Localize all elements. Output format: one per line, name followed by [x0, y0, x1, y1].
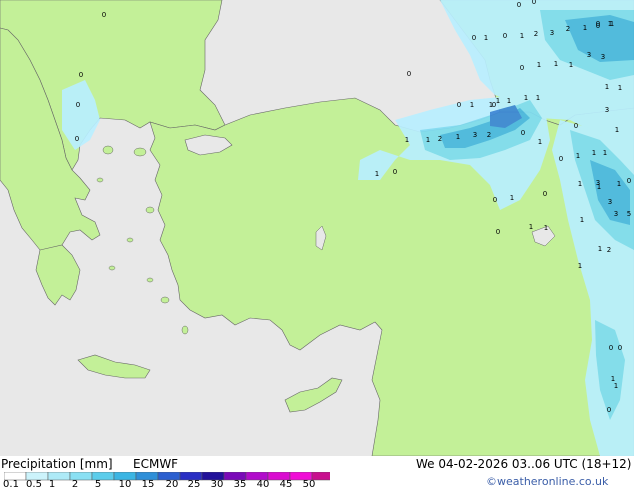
precip-value-label: 1 — [569, 61, 573, 69]
precip-value-label: 0 — [76, 101, 80, 109]
precip-value-label: 3 — [587, 51, 591, 59]
precip-value-label: 1 — [580, 216, 584, 224]
precipitation-map: 0 000 10 1 0 1 2 3 2 1 0 10 13 301 1001311 1 1 12113 21000… — [0, 0, 634, 456]
legend-tick-label: 0.1 — [3, 479, 19, 490]
legend-tick-label: 10 — [118, 479, 132, 490]
footer-credit: ©weatheronline.co.uk — [486, 475, 609, 488]
precip-value-label: 0 — [618, 344, 622, 352]
precip-value-label: 0 — [543, 190, 547, 198]
precip-value-label: 1 — [578, 262, 582, 270]
precip-value-label: 0 — [493, 196, 497, 204]
precip-value-label: 0 — [75, 135, 79, 143]
legend-tick-label: 20 — [165, 479, 179, 490]
legend-tick-label: 40 — [256, 479, 270, 490]
footer-valid-time: We 04-02-2026 03..06 UTC (18+12) — [416, 457, 632, 471]
precip-value-label: 0 — [574, 122, 578, 130]
legend-tick-label: 50 — [302, 479, 316, 490]
precip-value-label: 0 — [496, 228, 500, 236]
legend-tick-label: 0.5 — [26, 479, 42, 490]
precip-value-label: 0 — [503, 32, 507, 40]
precip-value-label: 2 — [566, 25, 570, 33]
precip-value-label: 0 — [102, 11, 106, 19]
precip-value-label: 1 — [496, 97, 500, 105]
precip-value-label: 3 — [596, 179, 600, 187]
precip-value-label: 3 — [605, 106, 609, 114]
precip-value-label: 1 — [536, 94, 540, 102]
precip-value-label: 1 — [489, 101, 493, 109]
precip-value-label: 2 — [487, 131, 491, 139]
legend-tick-label: 2 — [71, 479, 79, 490]
footer-model: ECMWF — [133, 457, 179, 471]
precip-value-label: 1 — [537, 61, 541, 69]
precip-value-label: 0 — [472, 34, 476, 42]
legend-tick-label: 25 — [187, 479, 201, 490]
precip-value-label: 1 — [610, 20, 614, 28]
precip-value-label: 3 — [614, 210, 618, 218]
footer: Precipitation [mm] ECMWF We 04-02-2026 0… — [0, 456, 634, 490]
precip-value-label: 0 — [559, 155, 563, 163]
precip-value-label: 1 — [615, 126, 619, 134]
precip-value-label: 1 — [529, 223, 533, 231]
precip-value-label: 0 — [609, 344, 613, 352]
precip-value-label: 1 — [614, 382, 618, 390]
precip-value-label: 3 — [550, 29, 554, 37]
precip-value-label: 5 — [627, 210, 631, 218]
precip-value-label: 1 — [583, 24, 587, 32]
precip-value-label: 1 — [605, 83, 609, 91]
legend-tick-label: 35 — [233, 479, 247, 490]
legend-tick-label: 15 — [141, 479, 155, 490]
precip-value-label: 0 — [627, 177, 631, 185]
precip-value-label: 1 — [538, 138, 542, 146]
precip-value-label: 1 — [470, 101, 474, 109]
precip-value-label: 1 — [618, 84, 622, 92]
precip-value-label: 2 — [438, 135, 442, 143]
precip-value-label: 1 — [520, 32, 524, 40]
footer-title: Precipitation [mm] — [1, 457, 113, 471]
precip-value-label: 1 — [524, 94, 528, 102]
precip-value-label: 1 — [375, 170, 379, 178]
precip-value-label: 1 — [544, 224, 548, 232]
precip-value-label: 1 — [617, 180, 621, 188]
legend-tick-label: 30 — [210, 479, 224, 490]
precip-value-label: 0 — [520, 64, 524, 72]
legend-tick-label: 1 — [48, 479, 56, 490]
precip-value-label: 1 — [426, 136, 430, 144]
precip-value-label: 1 — [598, 245, 602, 253]
precip-value-label: 1 — [576, 152, 580, 160]
precip-value-label: 0 — [532, 0, 536, 6]
legend-tick-label: 5 — [94, 479, 102, 490]
precip-value-label: 0 — [79, 71, 83, 79]
precip-value-label: 1 — [405, 136, 409, 144]
precip-value-label: 0 — [393, 168, 397, 176]
legend-tick-label: 45 — [279, 479, 293, 490]
precip-value-label: 3 — [608, 198, 612, 206]
precip-value-label: 0 — [517, 1, 521, 9]
precip-value-label: 3 — [601, 53, 605, 61]
precip-value-label: 1 — [554, 60, 558, 68]
precip-value-label: 0 — [457, 101, 461, 109]
precip-value-label: 1 — [456, 133, 460, 141]
precip-value-label: 2 — [607, 246, 611, 254]
precip-value-label: 3 — [473, 131, 477, 139]
precip-value-label: 0 — [407, 70, 411, 78]
precip-value-label: 1 — [578, 180, 582, 188]
precip-value-label: 0 — [521, 129, 525, 137]
precip-value-label: 2 — [534, 30, 538, 38]
precip-value-label: 0 — [607, 406, 611, 414]
precip-value-label: 1 — [603, 149, 607, 157]
precip-value-label: 1 — [484, 34, 488, 42]
precip-value-label: 1 — [592, 149, 596, 157]
precip-value-label: 1 — [507, 97, 511, 105]
precip-value-label: 1 — [510, 194, 514, 202]
precip-value-label: 0 — [596, 22, 600, 30]
